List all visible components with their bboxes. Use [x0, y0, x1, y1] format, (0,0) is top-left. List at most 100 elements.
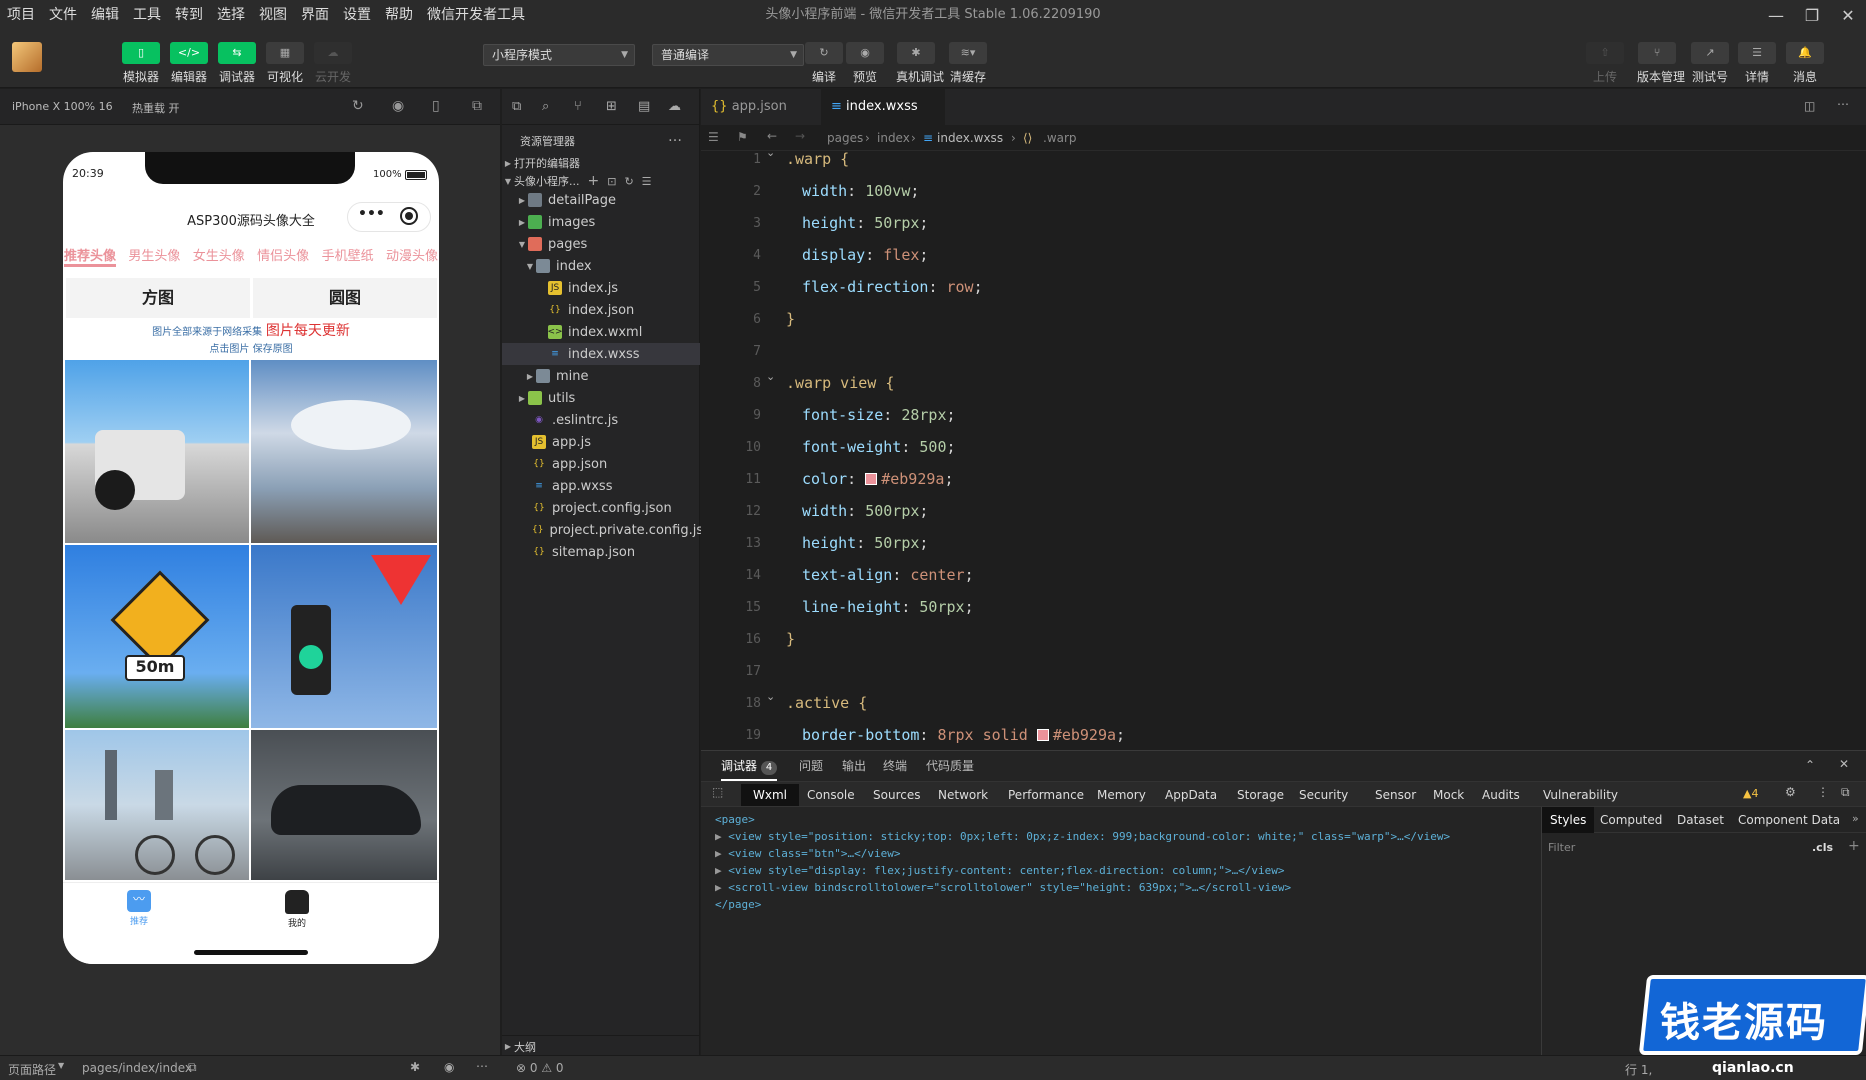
xml-node[interactable]: <view style="position: sticky;top: 0px;l…: [728, 830, 1450, 843]
avatar[interactable]: [12, 42, 42, 72]
files-icon[interactable]: ⧉: [512, 99, 521, 114]
test-account-button[interactable]: ↗ 测试号: [1690, 42, 1730, 85]
upload-button[interactable]: ⇧ 上传: [1585, 42, 1625, 85]
forward-icon[interactable]: →: [795, 129, 805, 143]
tab-app-json[interactable]: {} app.json: [701, 89, 821, 125]
tab-issues[interactable]: 问题: [799, 751, 823, 781]
tree-item-eslintrc[interactable]: ◉ .eslintrc.js: [502, 409, 700, 431]
color-swatch[interactable]: [865, 473, 878, 485]
expand-icon[interactable]: ▶: [715, 881, 722, 894]
refresh-icon[interactable]: ↻: [352, 98, 364, 114]
eye-icon[interactable]: ◉: [444, 1060, 454, 1074]
tree-item-sitemap[interactable]: {} sitemap.json: [502, 541, 700, 563]
panel-network[interactable]: Network: [938, 784, 988, 806]
image-traffic-light[interactable]: [251, 545, 437, 728]
xml-node[interactable]: <scroll-view bindscrolltolower="scrollto…: [728, 881, 1291, 894]
tree-item-mine[interactable]: ▶ mine: [502, 365, 700, 387]
preview-button[interactable]: ◉ 预览: [845, 42, 885, 85]
xml-node[interactable]: <page>: [715, 813, 755, 826]
menu-file[interactable]: 文件: [42, 0, 84, 30]
fold-icon[interactable]: ⌄: [766, 146, 775, 159]
breadcrumb-pages[interactable]: pages: [827, 131, 863, 145]
menu-interface[interactable]: 界面: [294, 0, 336, 30]
tree-item-index[interactable]: ▼ index: [502, 255, 700, 277]
image-roadsign[interactable]: 50m: [65, 545, 249, 728]
menu-settings[interactable]: 设置: [336, 0, 378, 30]
menu-select[interactable]: 选择: [210, 0, 252, 30]
gear-icon[interactable]: ⚙: [1785, 785, 1796, 799]
xml-node[interactable]: <view class="btn">…</view>: [728, 847, 900, 860]
panel-sensor[interactable]: Sensor: [1375, 784, 1416, 806]
visual-button[interactable]: ▦ 可视化: [265, 42, 305, 85]
tab-styles[interactable]: Styles: [1542, 807, 1595, 833]
menu-help[interactable]: 帮助: [378, 0, 420, 30]
close-panel-icon[interactable]: ✕: [1839, 757, 1849, 771]
minimize-icon[interactable]: —: [1758, 0, 1794, 30]
cls-toggle[interactable]: .cls: [1812, 841, 1833, 854]
image-sportscar[interactable]: [251, 730, 437, 880]
copy-icon[interactable]: ⧉: [188, 1060, 197, 1075]
add-rule-icon[interactable]: +: [1848, 838, 1860, 854]
compile-mode-select[interactable]: 普通编译 ▼: [652, 44, 804, 66]
image-city[interactable]: [65, 730, 249, 880]
search-icon[interactable]: ⌕: [542, 99, 549, 114]
tab-dataset[interactable]: Dataset: [1677, 807, 1724, 833]
tree-item-images[interactable]: ▶ images: [502, 211, 700, 233]
tree-item-index-js[interactable]: JS index.js: [502, 277, 700, 299]
tab-terminal[interactable]: 终端: [883, 751, 907, 781]
tab-girls[interactable]: 女生头像: [193, 245, 245, 271]
cloud-button[interactable]: ☁ 云开发: [313, 42, 353, 85]
panel-sources[interactable]: Sources: [873, 784, 920, 806]
tab-output[interactable]: 输出: [842, 751, 866, 781]
compile-button[interactable]: ↻ 编译: [804, 42, 844, 85]
new-folder-icon[interactable]: ⊡: [607, 175, 616, 188]
more-icon[interactable]: •••: [358, 206, 385, 222]
back-icon[interactable]: ←: [767, 129, 777, 143]
panel-vulnerability[interactable]: Vulnerability: [1543, 784, 1618, 806]
restore-icon[interactable]: ❐: [1794, 0, 1830, 30]
tab-wallpaper[interactable]: 手机壁纸: [322, 245, 374, 271]
color-swatch[interactable]: [1036, 729, 1049, 741]
breadcrumb-file[interactable]: index.wxss: [937, 131, 1003, 145]
panel-storage[interactable]: Storage: [1237, 784, 1284, 806]
record-icon[interactable]: ◉: [392, 98, 404, 114]
tab-debugger[interactable]: 调试器 4: [721, 751, 778, 781]
inspect-icon[interactable]: ⬚: [712, 785, 723, 799]
breadcrumb-selector[interactable]: .warp: [1043, 131, 1077, 145]
more-icon[interactable]: ⋯: [476, 1059, 488, 1073]
details-button[interactable]: ☰ 详情: [1737, 42, 1777, 85]
tabbar-mine[interactable]: 我的: [277, 890, 317, 929]
xml-node[interactable]: <view style="display: flex;justify-conte…: [728, 864, 1284, 877]
panel-security[interactable]: Security: [1299, 784, 1348, 806]
device-select[interactable]: iPhone X 100% 16: [12, 100, 113, 113]
version-button[interactable]: ⑂ 版本管理: [1637, 42, 1685, 85]
list-icon[interactable]: ☰: [708, 130, 719, 144]
more-icon[interactable]: ⋯: [1837, 97, 1849, 111]
tab-component-data[interactable]: Component Data: [1738, 807, 1840, 833]
panel-wxml[interactable]: Wxml: [741, 784, 799, 806]
kebab-icon[interactable]: ⋮: [1817, 785, 1829, 799]
tree-item-index-wxml[interactable]: <> index.wxml: [502, 321, 700, 343]
menu-edit[interactable]: 编辑: [84, 0, 126, 30]
image-cloud[interactable]: [251, 360, 437, 543]
split-editor-icon[interactable]: ◫: [1804, 99, 1815, 113]
tab-round[interactable]: 圆图: [253, 278, 437, 318]
tabbar-recommend[interactable]: 〰 推荐: [119, 890, 159, 927]
git-icon[interactable]: ⑂: [574, 99, 582, 114]
tree-item-utils[interactable]: ▶ utils: [502, 387, 700, 409]
tab-couples[interactable]: 情侣头像: [257, 245, 309, 271]
simulator-button[interactable]: ▯ 模拟器: [121, 42, 161, 85]
page-path-label[interactable]: 页面路径: [8, 1061, 56, 1078]
panel-console[interactable]: Console: [807, 784, 855, 806]
expand-icon[interactable]: ▶: [715, 864, 722, 877]
clear-cache-button[interactable]: ≋▾ 清缓存: [948, 42, 988, 85]
tree-item-project-private-config[interactable]: {} project.private.config.js...: [502, 519, 716, 541]
problems-count[interactable]: ⊗ 0 ⚠ 0: [516, 1061, 564, 1075]
close-window-icon[interactable]: ✕: [1830, 0, 1866, 30]
panel-mock[interactable]: Mock: [1433, 784, 1464, 806]
panel-memory[interactable]: Memory: [1097, 784, 1146, 806]
tree-item-pages[interactable]: ▼ pages: [502, 233, 700, 255]
warning-count[interactable]: ▲4: [1743, 787, 1758, 800]
hot-reload-toggle[interactable]: 热重载 开: [132, 100, 180, 116]
new-file-icon[interactable]: +: [588, 173, 600, 189]
